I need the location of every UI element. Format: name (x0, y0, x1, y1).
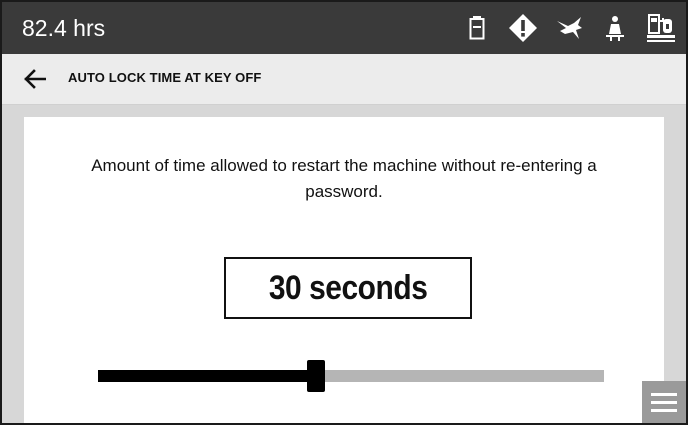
engine-hours: 82.4 hrs (22, 15, 106, 41)
page-title: AUTO LOCK TIME AT KEY OFF (68, 70, 262, 85)
display-screen: 82.4 hrs AUTO LOCK TIME AT KEY OFF Amoun… (0, 0, 688, 425)
auto-lock-slider[interactable] (98, 360, 604, 392)
status-icons (462, 12, 676, 44)
seat-operator-icon[interactable] (600, 13, 630, 43)
aux-battery-icon[interactable] (462, 13, 492, 43)
status-bar: 82.4 hrs (2, 2, 686, 54)
menu-button[interactable] (642, 381, 686, 423)
content-area: Amount of time allowed to restart the ma… (2, 105, 686, 423)
hamburger-menu-icon (651, 392, 677, 396)
slider-thumb[interactable] (306, 360, 325, 392)
back-button[interactable] (20, 64, 50, 94)
rabbit-speed-icon[interactable] (554, 13, 584, 43)
warning-icon[interactable] (508, 13, 538, 43)
settings-panel: Amount of time allowed to restart the ma… (24, 117, 664, 423)
arrow-left-icon (24, 69, 46, 89)
slider-fill (98, 370, 316, 382)
fuel-pump-icon[interactable] (646, 13, 676, 43)
value-display: 30 seconds (224, 257, 472, 319)
setting-description: Amount of time allowed to restart the ma… (91, 156, 597, 201)
title-bar: AUTO LOCK TIME AT KEY OFF (2, 54, 686, 105)
value-text: 30 seconds (268, 268, 428, 307)
